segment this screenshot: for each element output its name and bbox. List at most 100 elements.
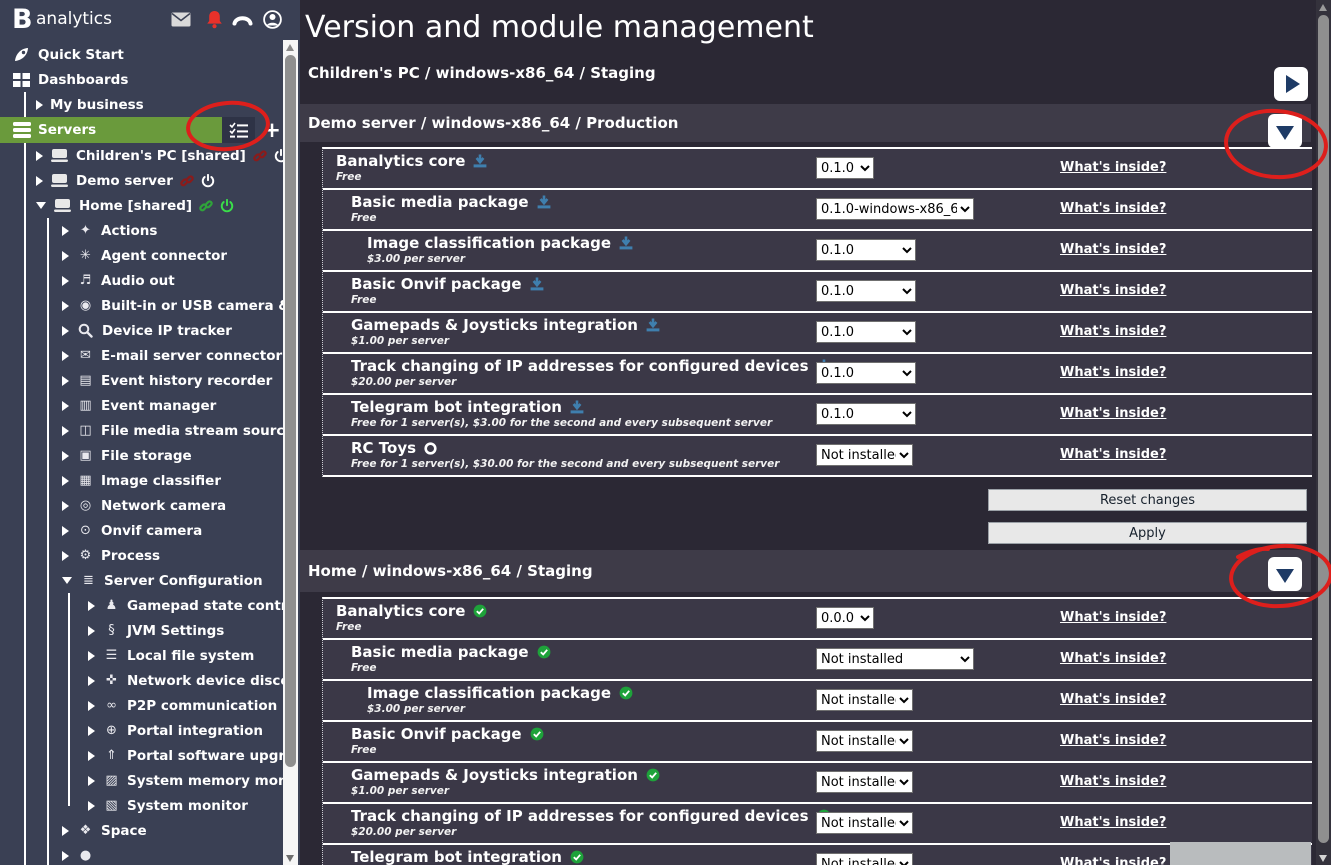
main-scrollbar[interactable] xyxy=(1316,0,1331,865)
version-select[interactable]: 0.1.0-windows-x86_64 xyxy=(816,198,974,220)
caret-down-icon[interactable] xyxy=(36,202,46,209)
reset-changes-button[interactable]: Reset changes xyxy=(988,489,1307,511)
sidebar-item-portal-integration[interactable]: ⊕Portal integration xyxy=(0,718,283,743)
whats-inside-link[interactable]: What's inside? xyxy=(1060,733,1166,748)
sidebar-item-onvif-camera[interactable]: ⊙Onvif camera xyxy=(0,518,283,543)
whats-inside-link[interactable]: What's inside? xyxy=(1060,447,1166,462)
sidebar-item-network-camera[interactable]: ◎Network camera xyxy=(0,493,283,518)
version-select[interactable]: 0.1.0 xyxy=(816,239,916,261)
sidebar-item-actions[interactable]: ✦Actions xyxy=(0,218,283,243)
add-server-button[interactable]: + xyxy=(258,117,283,143)
sidebar-item-event-manager[interactable]: ▥Event manager xyxy=(0,393,283,418)
scroll-down-arrow-icon[interactable] xyxy=(286,855,294,862)
caret-right-icon[interactable] xyxy=(62,851,69,861)
whats-inside-link[interactable]: What's inside? xyxy=(1060,201,1166,216)
whats-inside-link[interactable]: What's inside? xyxy=(1060,774,1166,789)
version-select[interactable]: 0.1.0 xyxy=(816,403,916,425)
server-checklist-button[interactable] xyxy=(222,117,255,143)
sidebar-item-system-monitor[interactable]: ▧System monitor xyxy=(0,793,283,818)
whats-inside-link[interactable]: What's inside? xyxy=(1060,692,1166,707)
whats-inside-link[interactable]: What's inside? xyxy=(1060,160,1166,175)
download-update-icon[interactable] xyxy=(619,236,633,250)
caret-right-icon[interactable] xyxy=(88,751,95,761)
version-select[interactable]: 0.0.0 xyxy=(816,607,874,629)
apply-button[interactable]: Apply xyxy=(988,522,1307,544)
sidebar-item-usb-camera[interactable]: ◉Built-in or USB camera & micro xyxy=(0,293,283,318)
sidebar-item-network-device-discovery[interactable]: ✜Network device discovery xyxy=(0,668,283,693)
sidebar-scrollbar-thumb[interactable] xyxy=(285,55,296,767)
sidebar-item-portal-software-upgrade[interactable]: ⇑Portal software upgrade ce xyxy=(0,743,283,768)
sidebar-item-quick-start[interactable]: Quick Start xyxy=(0,42,283,67)
sidebar-item-local-file-system[interactable]: ☰Local file system xyxy=(0,643,283,668)
version-select[interactable]: Not installed xyxy=(816,444,913,466)
download-update-icon[interactable] xyxy=(537,195,551,209)
caret-right-icon[interactable] xyxy=(88,601,95,611)
sidebar-scrollbar[interactable] xyxy=(283,40,298,865)
power-icon[interactable] xyxy=(274,149,283,163)
caret-right-icon[interactable] xyxy=(62,401,69,411)
caret-right-icon[interactable] xyxy=(62,326,69,336)
version-select[interactable]: Not installed xyxy=(816,730,913,752)
caret-right-icon[interactable] xyxy=(62,276,69,286)
caret-right-icon[interactable] xyxy=(88,776,95,786)
version-select[interactable]: Not installed xyxy=(816,812,913,834)
caret-right-icon[interactable] xyxy=(62,426,69,436)
version-select[interactable]: Not installed xyxy=(816,853,913,865)
whats-inside-link[interactable]: What's inside? xyxy=(1060,406,1166,421)
caret-right-icon[interactable] xyxy=(62,376,69,386)
whats-inside-link[interactable]: What's inside? xyxy=(1060,283,1166,298)
sidebar-item-server-configuration[interactable]: ≣Server Configuration xyxy=(0,568,283,593)
sidebar-item-event-history-recorder[interactable]: ▤Event history recorder xyxy=(0,368,283,393)
sidebar-item-email-server-connector[interactable]: ✉E-mail server connector xyxy=(0,343,283,368)
sidebar-item-image-classifier[interactable]: ▦Image classifier xyxy=(0,468,283,493)
caret-right-icon[interactable] xyxy=(62,526,69,536)
power-icon[interactable] xyxy=(220,199,234,213)
whats-inside-link[interactable]: What's inside? xyxy=(1060,365,1166,380)
version-select[interactable]: Not installed xyxy=(816,689,913,711)
caret-right-icon[interactable] xyxy=(36,100,43,110)
scroll-up-arrow-icon[interactable] xyxy=(286,44,294,51)
download-update-icon[interactable] xyxy=(530,277,544,291)
sidebar-item-system-memory-monitor[interactable]: ▨System memory monitor xyxy=(0,768,283,793)
caret-right-icon[interactable] xyxy=(62,476,69,486)
sidebar-item-audio-out[interactable]: ♬Audio out xyxy=(0,268,283,293)
sidebar-item-p2p-communication[interactable]: ∞P2P communication xyxy=(0,693,283,718)
expand-section-button[interactable] xyxy=(1274,67,1308,101)
whats-inside-link[interactable]: What's inside? xyxy=(1060,856,1166,865)
version-select[interactable]: Not installed xyxy=(816,648,974,670)
caret-right-icon[interactable] xyxy=(36,151,43,161)
scroll-down-arrow-icon[interactable] xyxy=(1319,855,1327,862)
sidebar-item-childrens-pc[interactable]: Children's PC [shared] xyxy=(0,143,283,168)
sidebar-item-gamepad-state-controller[interactable]: ♟Gamepad state controller xyxy=(0,593,283,618)
sidebar-item-jvm-settings[interactable]: §JVM Settings xyxy=(0,618,283,643)
download-update-icon[interactable] xyxy=(473,154,487,168)
caret-right-icon[interactable] xyxy=(88,676,95,686)
sidebar-item-dashboards[interactable]: Dashboards xyxy=(0,67,283,92)
scroll-up-arrow-icon[interactable] xyxy=(1319,4,1327,11)
caret-right-icon[interactable] xyxy=(62,826,69,836)
whats-inside-link[interactable]: What's inside? xyxy=(1060,324,1166,339)
sidebar-item-space[interactable]: ❖Space xyxy=(0,818,283,843)
sidebar-item-my-business[interactable]: My business xyxy=(0,92,283,117)
power-icon[interactable] xyxy=(201,174,215,188)
version-select[interactable]: 0.1.0 xyxy=(816,321,916,343)
caret-right-icon[interactable] xyxy=(62,351,69,361)
caret-down-icon[interactable] xyxy=(62,577,72,584)
account-icon[interactable] xyxy=(261,9,283,29)
download-update-icon[interactable] xyxy=(570,400,584,414)
sidebar-item-partial[interactable]: ● xyxy=(0,843,283,865)
sidebar-item-home[interactable]: Home [shared] xyxy=(0,193,283,218)
caret-right-icon[interactable] xyxy=(36,176,43,186)
sidebar-item-demo-server[interactable]: Demo server xyxy=(0,168,283,193)
version-select[interactable]: 0.1.0 xyxy=(816,280,916,302)
main-scrollbar-thumb[interactable] xyxy=(1318,15,1329,843)
caret-right-icon[interactable] xyxy=(88,626,95,636)
mail-icon[interactable] xyxy=(170,9,192,29)
caret-right-icon[interactable] xyxy=(88,651,95,661)
notifications-bell-icon[interactable] xyxy=(203,9,225,29)
caret-right-icon[interactable] xyxy=(62,551,69,561)
whats-inside-link[interactable]: What's inside? xyxy=(1060,242,1166,257)
caret-right-icon[interactable] xyxy=(62,501,69,511)
version-select[interactable]: Not installed xyxy=(816,771,913,793)
sidebar-item-servers[interactable]: Servers + xyxy=(0,117,283,143)
